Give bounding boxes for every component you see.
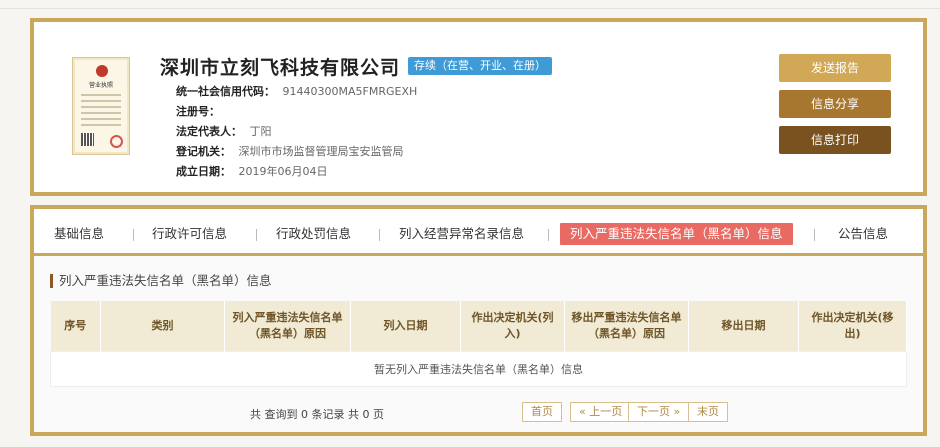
national-emblem-icon — [96, 65, 108, 77]
page-top-divider — [0, 8, 940, 9]
empty-message: 暂无列入严重违法失信名单（黑名单）信息 — [50, 350, 907, 387]
business-license-image[interactable]: 营业执照 — [72, 57, 130, 155]
table-header-row: 序号 类别 列入严重违法失信名单（黑名单）原因 列入日期 作出决定机关(列入) … — [50, 301, 907, 351]
column-header: 序号 — [50, 301, 101, 351]
info-row-legal-rep: 法定代表人： 丁阳 — [176, 122, 417, 142]
send-report-button[interactable]: 发送报告 — [779, 54, 891, 82]
info-label: 成立日期： — [176, 165, 231, 178]
column-header: 类别 — [100, 301, 225, 351]
status-badge: 存续（在营、开业、在册） — [408, 57, 552, 75]
column-header: 移出严重违法失信名单（黑名单）原因 — [564, 301, 689, 351]
share-info-button[interactable]: 信息分享 — [779, 90, 891, 118]
license-title: 营业执照 — [88, 82, 113, 89]
official-seal-icon — [110, 135, 123, 148]
tab-blacklist[interactable]: 列入严重违法失信名单（黑名单）信息 — [560, 223, 793, 245]
blacklist-table: 序号 类别 列入严重违法失信名单（黑名单）原因 列入日期 作出决定机关(列入) … — [50, 301, 907, 387]
info-row-established: 成立日期： 2019年06月04日 — [176, 162, 417, 182]
pagination-summary: 共 查询到 0 条记录 共 0 页 — [250, 408, 384, 421]
column-header: 作出决定机关(移出) — [798, 301, 907, 351]
blacklist-section: 列入严重违法失信名单（黑名单）信息 序号 类别 列入严重违法失信名单（黑名单）原… — [30, 254, 927, 436]
tab-admin-license[interactable]: 行政许可信息 — [152, 223, 227, 245]
info-label: 法定代表人： — [176, 125, 242, 138]
info-row-authority: 登记机关： 深圳市市场监督管理局宝安监管局 — [176, 142, 417, 162]
prev-page-button[interactable]: « 上一页 — [570, 402, 632, 422]
last-page-button[interactable]: 末页 — [688, 402, 728, 422]
info-tabs: 基础信息 行政许可信息 行政处罚信息 列入经营异常名录信息 列入严重违法失信名单… — [30, 205, 927, 257]
info-value: 2019年06月04日 — [238, 165, 328, 178]
tab-separator — [548, 229, 549, 241]
info-value: 深圳市市场监督管理局宝安监管局 — [238, 145, 404, 158]
qr-code-icon — [81, 133, 94, 146]
print-info-button[interactable]: 信息打印 — [779, 126, 891, 154]
license-text-lines — [81, 94, 121, 130]
info-label: 注册号： — [176, 105, 220, 118]
tab-abnormal-operation[interactable]: 列入经营异常名录信息 — [399, 223, 524, 245]
tab-separator — [133, 229, 134, 241]
info-label: 统一社会信用代码： — [176, 85, 275, 98]
column-header: 移出日期 — [688, 301, 799, 351]
column-header: 列入严重违法失信名单（黑名单）原因 — [224, 301, 351, 351]
column-header: 列入日期 — [350, 301, 461, 351]
next-page-button[interactable]: 下一页 » — [628, 402, 690, 422]
company-name: 深圳市立刻飞科技有限公司 — [160, 57, 401, 79]
tab-admin-penalty[interactable]: 行政处罚信息 — [276, 223, 351, 245]
table-row: 暂无列入严重违法失信名单（黑名单）信息 — [50, 350, 907, 387]
tab-basic-info[interactable]: 基础信息 — [54, 223, 104, 245]
first-page-button[interactable]: 首页 — [522, 402, 562, 422]
section-title: 列入严重违法失信名单（黑名单）信息 — [50, 274, 272, 288]
tab-separator — [379, 229, 380, 241]
info-row-reg-number: 注册号： — [176, 102, 417, 122]
company-info-list: 统一社会信用代码： 91440300MA5FMRGEXH 注册号： 法定代表人：… — [176, 82, 417, 182]
info-label: 登记机关： — [176, 145, 231, 158]
company-card: 营业执照 深圳市立刻飞科技有限公司 存续（在营、开业、在册） 统一社会信用代码：… — [30, 18, 927, 196]
tab-announcements[interactable]: 公告信息 — [838, 223, 888, 245]
info-row-credit-code: 统一社会信用代码： 91440300MA5FMRGEXH — [176, 82, 417, 102]
info-value: 91440300MA5FMRGEXH — [282, 85, 418, 98]
tab-separator — [814, 229, 815, 241]
tab-separator — [256, 229, 257, 241]
info-value: 丁阳 — [249, 125, 272, 138]
column-header: 作出决定机关(列入) — [460, 301, 565, 351]
